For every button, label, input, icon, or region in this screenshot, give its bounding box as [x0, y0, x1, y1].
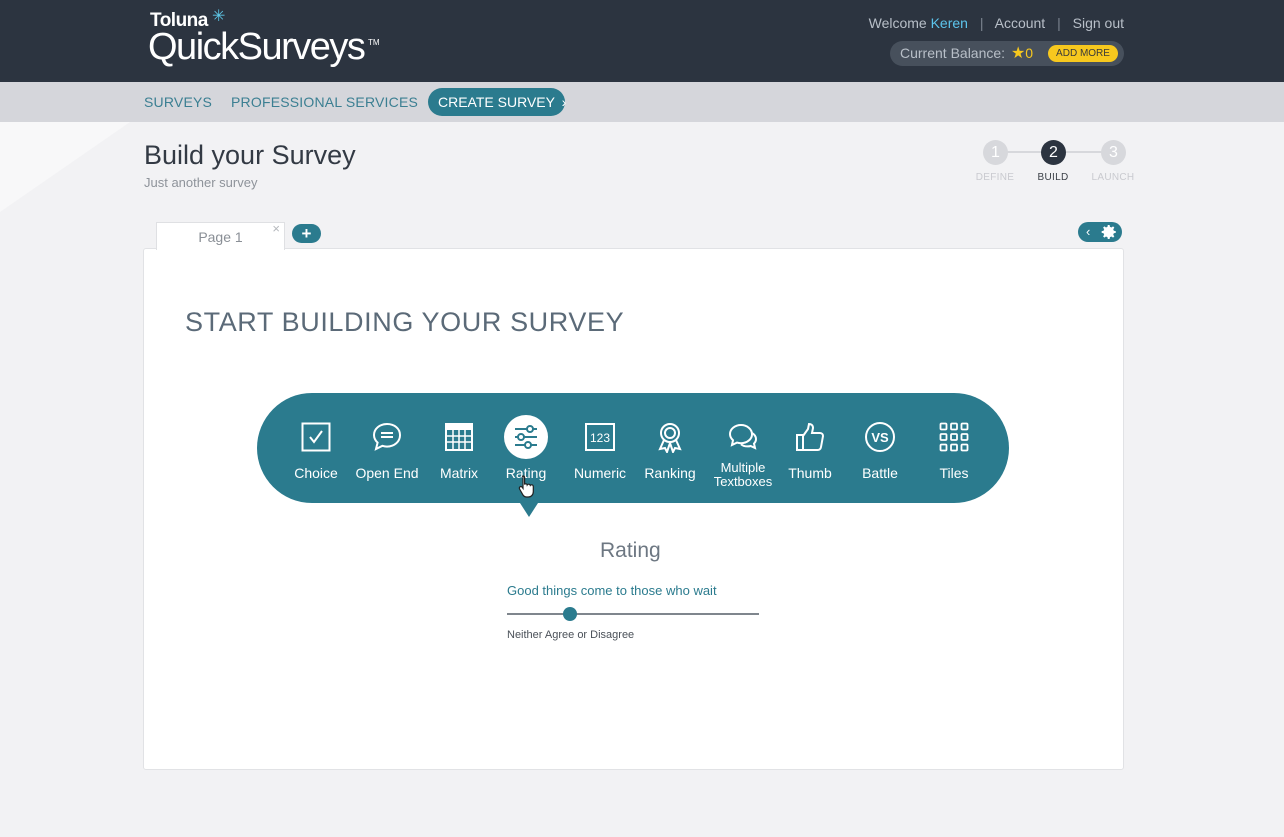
hand-cursor-icon [518, 475, 534, 498]
rating-slider-value: Neither Agree or Disagree [507, 629, 635, 641]
tiles-icon [932, 415, 976, 459]
add-page-button[interactable]: + [292, 224, 321, 243]
qtype-label: Numeric [573, 465, 627, 481]
qtype-ranking[interactable]: Ranking [630, 393, 710, 503]
checkbox-icon [294, 415, 338, 459]
question-type-bar: Choice Open End Matrix Rating 123 Numeri… [257, 393, 1009, 503]
step-connector [1066, 151, 1102, 153]
gear-icon [1101, 224, 1116, 240]
qtype-label: Tiles [939, 465, 969, 481]
balance-pill: Current Balance: ★0 ADD MORE [890, 41, 1124, 66]
step-2-label: BUILD [1037, 172, 1069, 183]
chevron-left-icon: ‹ [1086, 224, 1091, 239]
sliders-icon [504, 415, 548, 459]
vs-icon: VS [858, 415, 902, 459]
svg-text:123: 123 [590, 431, 610, 445]
balance-amount: 0 [1025, 45, 1034, 61]
step-1-label: DEFINE [975, 172, 1015, 183]
qtype-choice[interactable]: Choice [276, 393, 356, 503]
qtype-label: Thumb [788, 465, 832, 481]
divider: | [979, 15, 984, 31]
account-link[interactable]: Account [995, 15, 1046, 31]
top-header: Toluna ✳ QuickSurveys TM Welcome Keren |… [0, 0, 1284, 82]
qtype-tiles[interactable]: Tiles [914, 393, 994, 503]
balance-label: Current Balance: [900, 45, 1006, 61]
settings-toggle[interactable]: ‹ [1078, 222, 1122, 242]
welcome-text: Welcome [868, 15, 927, 31]
rating-slider-track[interactable] [507, 613, 759, 615]
page-tab-label: Page 1 [198, 229, 243, 245]
step-2[interactable]: 2 [1041, 140, 1066, 165]
qtype-label: Choice [294, 465, 338, 481]
rating-slider-thumb[interactable] [563, 607, 577, 621]
logo-star-icon: ✳ [212, 8, 226, 25]
selection-pointer [520, 503, 538, 517]
logo-tm: TM [368, 38, 380, 47]
preview-title: Rating [600, 539, 661, 562]
qtype-label-text: Multiple Textboxes [713, 460, 773, 489]
main-nav: SURVEYS PROFESSIONAL SERVICES CREATE SUR… [0, 82, 1284, 122]
ribbon-award-icon [648, 415, 692, 459]
star-icon: ★ [1010, 45, 1026, 62]
decorative-triangle [0, 122, 130, 212]
step-connector [1006, 151, 1042, 153]
step-3-label: LAUNCH [1091, 172, 1135, 183]
speech-bubble-icon [365, 415, 409, 459]
qtype-label: Battle [862, 465, 898, 481]
thumbs-up-icon [788, 415, 832, 459]
add-more-button[interactable]: ADD MORE [1048, 45, 1118, 62]
user-name-link[interactable]: Keren [931, 15, 968, 31]
chevron-right-icon: › [561, 94, 567, 110]
qtype-battle[interactable]: VS Battle [840, 393, 920, 503]
page-subtitle: Just another survey [144, 175, 258, 190]
nav-professional-services[interactable]: PROFESSIONAL SERVICES [231, 94, 418, 110]
nav-surveys[interactable]: SURVEYS [144, 94, 212, 110]
qtype-label: Open End [355, 465, 419, 481]
qtype-open-end[interactable]: Open End [347, 393, 427, 503]
sign-out-link[interactable]: Sign out [1073, 15, 1124, 31]
chat-bubbles-icon [721, 415, 765, 459]
page-title: Build your Survey [144, 140, 356, 170]
step-3[interactable]: 3 [1101, 140, 1126, 165]
qtype-thumb[interactable]: Thumb [770, 393, 850, 503]
page-tab-1[interactable]: Page 1 × [156, 221, 285, 250]
create-survey-button[interactable]: CREATE SURVEY › [428, 88, 567, 116]
close-icon[interactable]: × [272, 215, 280, 243]
welcome-bar: Welcome Keren | Account | Sign out [869, 15, 1124, 31]
numeric-123-icon: 123 [578, 415, 622, 459]
logo-brand-big: QuickSurveys [148, 26, 366, 68]
qtype-label: Ranking [644, 465, 696, 481]
grid-icon [437, 415, 481, 459]
qtype-numeric[interactable]: 123 Numeric [560, 393, 640, 503]
svg-text:VS: VS [871, 430, 889, 445]
create-survey-label: CREATE SURVEY [438, 94, 555, 110]
preview-question: Good things come to those who wait [507, 583, 717, 598]
builder-heading: START BUILDING YOUR SURVEY [185, 307, 625, 337]
divider: | [1057, 15, 1061, 31]
step-1[interactable]: 1 [983, 140, 1008, 165]
